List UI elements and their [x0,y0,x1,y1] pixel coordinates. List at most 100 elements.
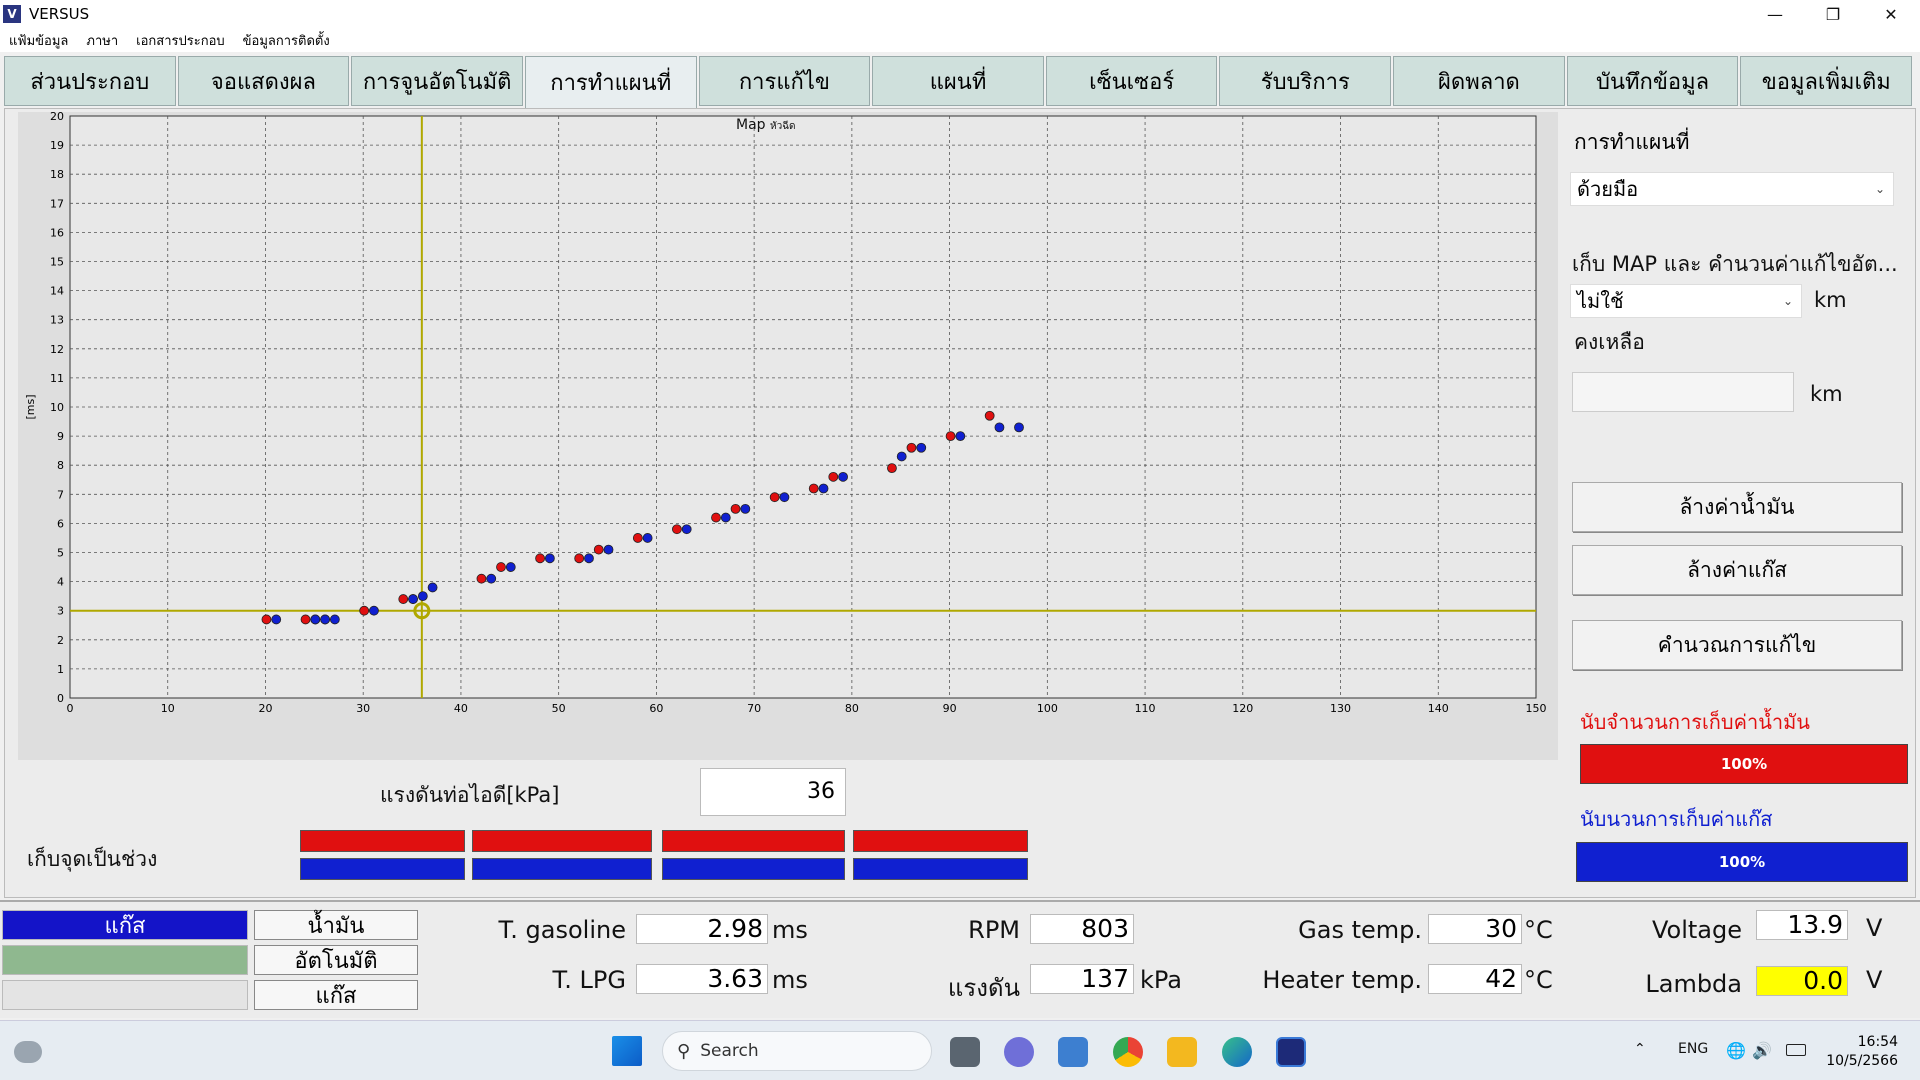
language-indicator[interactable]: ENG [1678,1041,1708,1057]
app-window: V VERSUS — ❐ ✕ แฟ้มข้อมูล ภาษา เอกสารประ… [0,0,1920,1080]
x-tick-label: 130 [1330,702,1351,715]
y-tick-label: 13 [50,314,64,327]
chevron-down-icon: ⌄ [1874,182,1885,196]
tab-autotune[interactable]: การจูนอัตโนมัติ [351,56,523,106]
menu-documents[interactable]: เอกสารประกอบ [136,30,225,51]
close-button[interactable]: ✕ [1862,0,1920,28]
menu-bar: แฟ้มข้อมูล ภาษา เอกสารประกอบ ข้อมูลการติ… [0,28,1920,52]
oil-mode-button[interactable]: น้ำมัน [254,910,418,940]
tab-mapping[interactable]: การทำแผนที่ [524,56,697,108]
x-tick-label: 120 [1232,702,1253,715]
gas-data-point [544,553,555,564]
t-gasoline-value: 2.98 [636,914,768,944]
gas-mode-button[interactable]: แก๊ส [254,980,418,1010]
gas-count-progress: 100% [1576,842,1908,882]
calculate-correction-button[interactable]: คำนวณการแก้ไข [1572,620,1902,670]
clear-gas-button[interactable]: ล้างค่าแก๊ส [1572,545,1902,595]
tab-sensors[interactable]: เซ็นเซอร์ [1045,56,1218,106]
versus-app-icon[interactable] [1276,1037,1306,1067]
km-unit-label: km [1814,288,1847,312]
heater-temp-unit: °C [1524,966,1553,994]
t-lpg-unit: ms [772,966,808,994]
t-gasoline-unit: ms [772,916,808,944]
oil-data-point [261,614,272,625]
pressure-unit: kPa [1140,966,1182,994]
battery-icon[interactable] [1786,1044,1806,1056]
intake-pressure-field[interactable]: 36 [700,768,846,816]
heater-temp-value: 42 [1428,964,1522,994]
oil-count-label: นับจำนวนการเก็บค่าน้ำมัน [1580,710,1810,734]
store-icon[interactable] [1058,1037,1088,1067]
tab-errors[interactable]: ผิดพลาด [1393,56,1565,106]
gas-data-point [505,562,516,572]
menu-file[interactable]: แฟ้มข้อมูล [9,30,68,51]
y-tick-label: 0 [57,692,64,705]
y-tick-label: 8 [57,459,64,472]
map-scatter-chart[interactable]: 0 10 20 30 40 50 60 70 80 90 100 110 120 130 140 150012… [18,112,1558,760]
mapping-mode-select[interactable]: ด้วยมือ ⌄ [1570,172,1894,206]
minimize-button[interactable]: — [1746,0,1804,28]
tab-map[interactable]: แผนที่ [872,56,1044,106]
auto-mode-button[interactable]: อัตโนมัติ [254,945,418,975]
x-tick-label: 90 [943,702,957,715]
teams-icon[interactable] [1004,1037,1034,1067]
menu-language[interactable]: ภาษา [86,30,118,51]
clock[interactable]: 16:54 10/5/2566 [1826,1033,1898,1071]
gas-data-point [603,544,614,555]
y-tick-label: 6 [57,517,64,530]
status-panel: แก๊ส น้ำมัน อัตโนมัติ แก๊ส T. gasoline 2… [0,900,1920,1018]
gas-data-point [310,614,321,625]
gas-temp-value: 30 [1428,914,1522,944]
tab-correction[interactable]: การแก้ไข [698,56,871,106]
rpm-value: 803 [1030,914,1134,944]
clear-oil-button[interactable]: ล้างค่าน้ำมัน [1572,482,1902,532]
gas-data-point [720,512,731,523]
range-gas-bar-3 [662,858,845,880]
gas-data-point [681,524,692,535]
pressure-label: แรงดัน [947,974,1020,1002]
maximize-button[interactable]: ❐ [1804,0,1862,28]
gas-data-point [417,591,428,602]
oil-data-point [808,483,819,494]
gas-data-point [408,594,418,604]
gas-data-point [584,553,594,564]
oil-data-point [535,553,545,564]
gas-data-point [642,533,653,543]
oil-data-point [730,503,741,514]
chrome-icon[interactable] [1113,1037,1143,1067]
collect-map-select[interactable]: ไม่ใช้ ⌄ [1570,284,1802,318]
y-tick-label: 16 [50,226,64,239]
tab-data-log[interactable]: บันทึกข้อมูล [1566,56,1739,106]
taskbar-search[interactable]: ⚲ Search [662,1031,932,1071]
oil-data-point [672,524,682,535]
remaining-km-field[interactable] [1572,372,1794,412]
gas-data-point [955,431,966,442]
chart-title: Map หัวฉีด [736,117,796,134]
voltage-unit: V [1866,914,1883,942]
y-tick-label: 2 [57,634,64,647]
tab-display[interactable]: จอแสดงผล [177,56,350,106]
search-label: Search [700,1041,759,1061]
tab-more-info[interactable]: ขอมูลเพิ่มเติม [1740,56,1913,106]
range-oil-bar-1 [300,830,465,852]
menu-install-info[interactable]: ข้อมูลการติดตั้ง [243,30,330,51]
weather-icon[interactable] [14,1041,42,1063]
chevron-down-icon: ⌄ [1782,294,1793,308]
y-tick-label: 15 [50,256,64,269]
volume-icon[interactable]: 🔊 [1752,1041,1772,1060]
task-view-icon[interactable] [950,1037,980,1067]
edge-icon[interactable] [1222,1037,1252,1067]
chevron-up-icon[interactable]: ⌃ [1634,1041,1646,1057]
fuel-mode-indicator: แก๊ส [2,910,248,940]
app-logo-icon: V [3,5,21,23]
tab-service[interactable]: รับบริการ [1219,56,1392,106]
tab-components[interactable]: ส่วนประกอบ [4,56,176,106]
x-tick-label: 10 [161,702,175,715]
oil-data-point [711,512,721,523]
start-icon[interactable] [612,1036,642,1066]
range-gas-bar-4 [853,858,1028,880]
oil-data-point [769,492,780,503]
x-tick-label: 60 [649,702,663,715]
file-explorer-icon[interactable] [1167,1037,1197,1067]
network-icon[interactable]: 🌐 [1726,1041,1746,1060]
